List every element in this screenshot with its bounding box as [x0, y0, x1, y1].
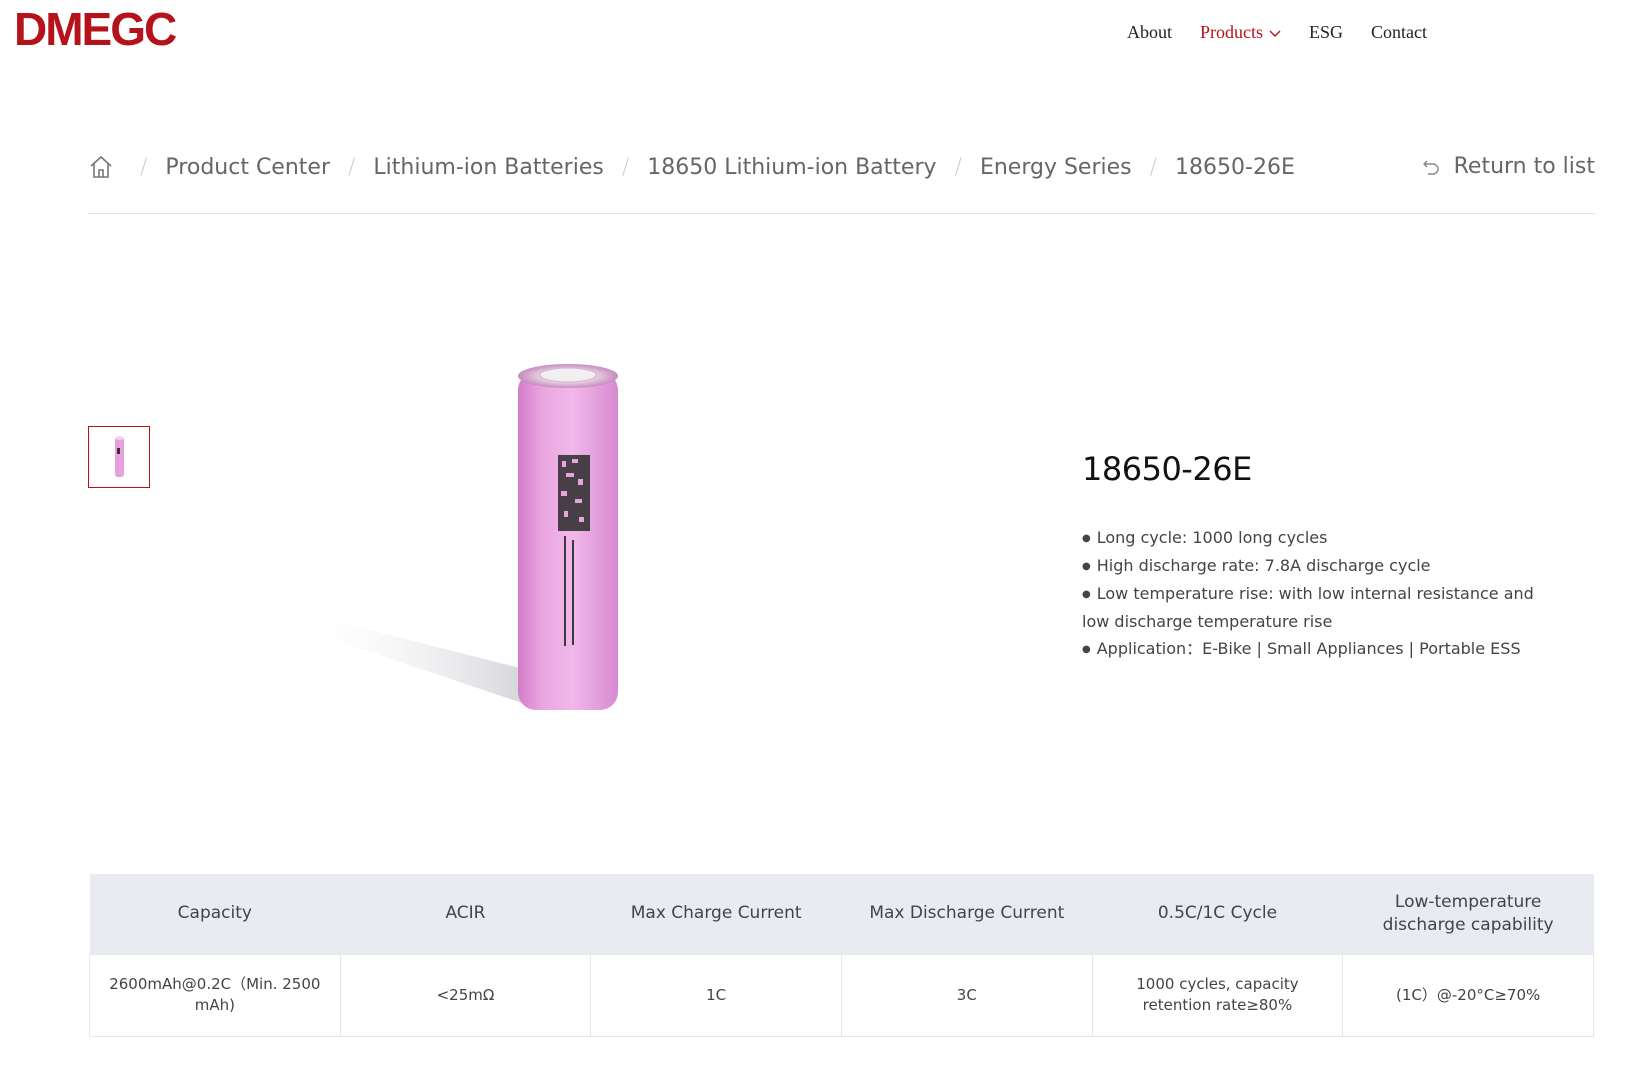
cell-max-discharge-current: 3C: [840, 953, 1093, 1037]
return-icon: [1422, 160, 1439, 175]
return-to-list-link[interactable]: Return to list: [1422, 154, 1595, 179]
feature-list: Long cycle: 1000 long cycles High discha…: [1082, 524, 1562, 663]
header-capacity: Capacity: [89, 874, 341, 954]
cell-low-temperature-discharge: (1C）@-20°C≥70%: [1342, 953, 1594, 1037]
feature-item: Long cycle: 1000 long cycles: [1082, 524, 1562, 552]
breadcrumb-separator: /: [1149, 154, 1158, 180]
nav-item-about[interactable]: About: [1127, 22, 1172, 43]
nav-item-esg[interactable]: ESG: [1309, 22, 1343, 43]
header-low-temperature-discharge: Low-temperature discharge capability: [1342, 874, 1594, 954]
feature-item: Application：E-Bike | Small Appliances | …: [1082, 635, 1562, 663]
cell-max-charge-current: 1C: [590, 953, 842, 1037]
brand-logo[interactable]: DMEGC: [14, 2, 177, 56]
breadcrumb-item-18650-battery[interactable]: 18650 Lithium-ion Battery: [647, 155, 936, 180]
breadcrumb-separator: /: [954, 154, 962, 180]
product-title: 18650-26E: [1082, 450, 1252, 488]
battery-product-image: [290, 364, 618, 710]
breadcrumb-separator: /: [621, 154, 630, 180]
product-info: 18650-26E Long cycle: 1000 long cycles H…: [1082, 450, 1562, 663]
table-row: 2600mAh@0.2C（Min. 2500 mAh) <25mΩ 1C 3C …: [89, 953, 1594, 1037]
nav-item-products[interactable]: Products: [1200, 22, 1281, 43]
product-thumbnail[interactable]: [88, 426, 150, 488]
table-header-row: Capacity ACIR Max Charge Current Max Dis…: [89, 874, 1594, 954]
nav-item-label: About: [1126, 22, 1172, 42]
spec-table: Capacity ACIR Max Charge Current Max Dis…: [89, 874, 1594, 1037]
chevron-down-icon: [1269, 30, 1281, 37]
nav-item-label: Contact: [1371, 22, 1427, 42]
header-cycle: 0.5C/1C Cycle: [1092, 874, 1343, 954]
header-max-discharge-current: Max Discharge Current: [841, 874, 1093, 954]
battery-thumbnail-image: [115, 436, 124, 477]
breadcrumb-separator: /: [140, 154, 148, 180]
breadcrumb: / Product Center / Lithium-ion Batteries…: [88, 154, 1295, 180]
home-icon[interactable]: [88, 154, 114, 180]
breadcrumb-separator: /: [348, 154, 356, 180]
cell-acir: <25mΩ: [339, 953, 592, 1037]
feature-item: Low temperature rise: with low internal …: [1082, 580, 1562, 635]
main-nav: About Products ESG Contact: [1127, 22, 1427, 43]
nav-item-label: Products: [1199, 22, 1263, 42]
breadcrumb-item-lithium-ion-batteries[interactable]: Lithium-ion Batteries: [373, 155, 603, 180]
product-page: DMEGC About Products ESG Contact / Produ…: [0, 0, 1647, 1071]
feature-item: High discharge rate: 7.8A discharge cycl…: [1082, 552, 1562, 580]
breadcrumb-item-current: 18650-26E: [1175, 154, 1295, 180]
breadcrumb-item-energy-series[interactable]: Energy Series: [980, 155, 1132, 180]
cell-capacity: 2600mAh@0.2C（Min. 2500 mAh): [89, 953, 341, 1037]
nav-item-contact[interactable]: Contact: [1371, 22, 1427, 43]
return-label: Return to list: [1453, 154, 1595, 179]
cell-cycle: 1000 cycles, capacity retention rate≥80%: [1091, 953, 1344, 1037]
breadcrumb-item-product-center[interactable]: Product Center: [165, 155, 330, 180]
header-max-charge-current: Max Charge Current: [590, 874, 842, 954]
header-acir: ACIR: [340, 874, 591, 954]
nav-item-label: ESG: [1308, 22, 1343, 42]
breadcrumb-bar: / Product Center / Lithium-ion Batteries…: [88, 150, 1595, 214]
